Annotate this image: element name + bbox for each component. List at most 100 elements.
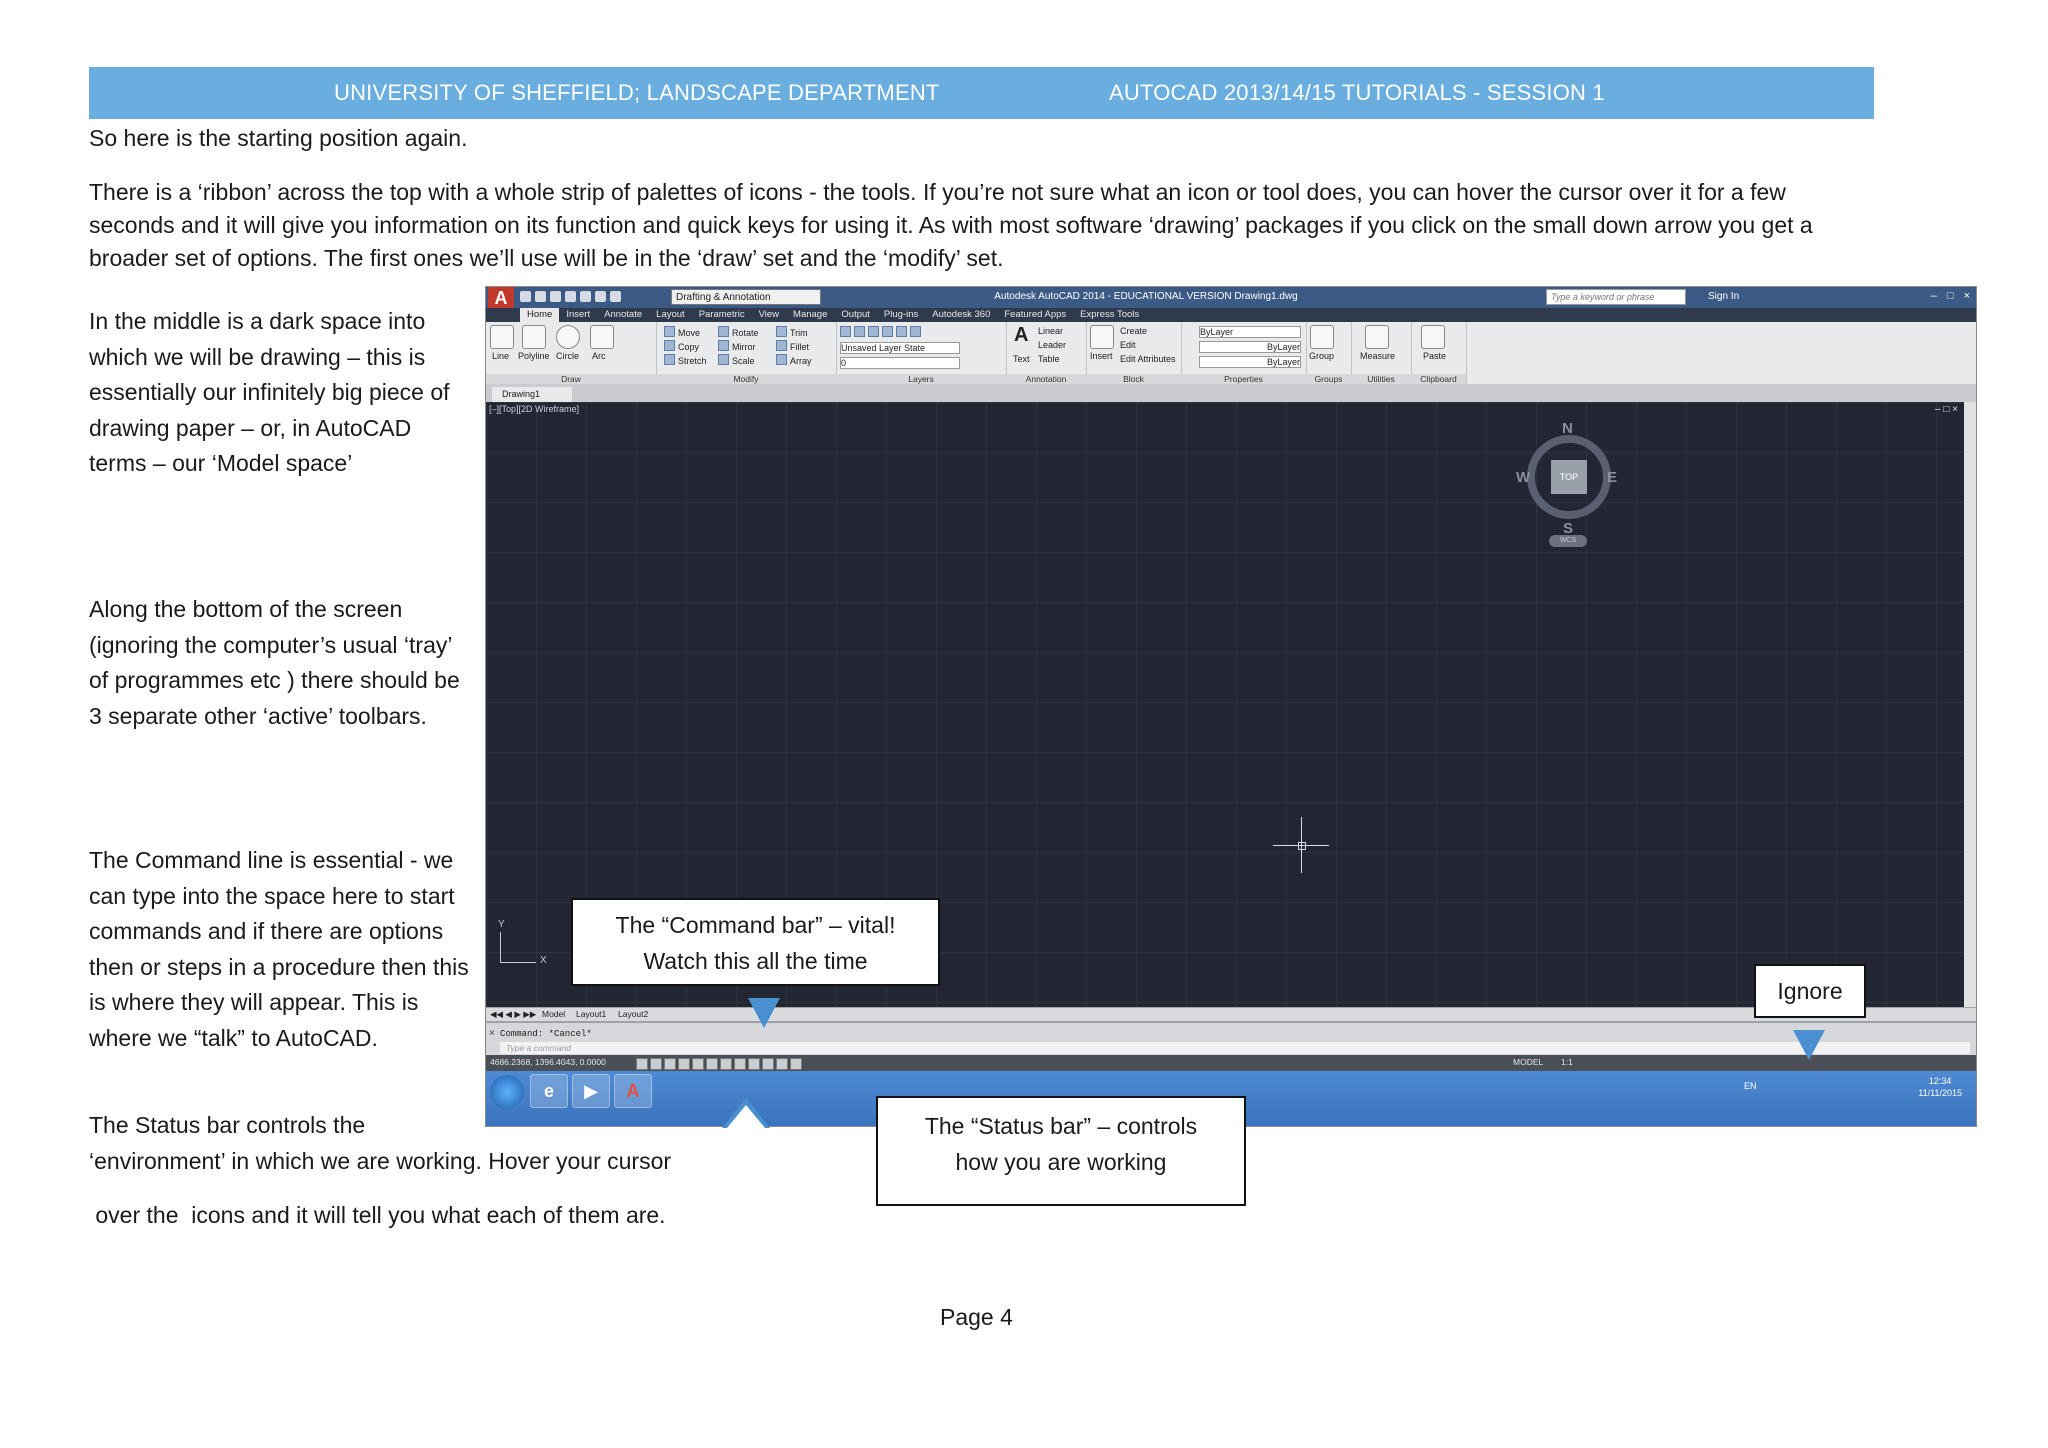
table-tool[interactable]: Table [1038, 354, 1060, 364]
media-player-icon[interactable]: ▶ [572, 1074, 610, 1108]
modify-panel-title[interactable]: Modify [656, 374, 836, 384]
transparency-icon[interactable] [776, 1058, 788, 1070]
tab-view[interactable]: View [752, 308, 786, 322]
polyline-tool[interactable]: Polyline [518, 351, 550, 361]
draw-panel-title[interactable]: Draw [486, 374, 656, 384]
autocad-taskbar-icon[interactable]: A [614, 1074, 652, 1108]
current-layer-dropdown[interactable]: 0 [840, 357, 960, 369]
start-button[interactable] [490, 1075, 524, 1109]
tab-annotate[interactable]: Annotate [597, 308, 649, 322]
paste-tool[interactable]: Paste [1423, 351, 1446, 361]
rotate-icon[interactable] [718, 326, 729, 337]
utilities-panel-title[interactable]: Utilities [1351, 374, 1411, 384]
groups-panel-title[interactable]: Groups [1306, 374, 1351, 384]
paste-icon[interactable] [1421, 325, 1445, 349]
copy-tool[interactable]: Copy [678, 342, 699, 352]
tab-parametric[interactable]: Parametric [692, 308, 752, 322]
properties-panel-title[interactable]: Properties [1181, 374, 1306, 384]
system-clock[interactable]: 12:34 11/11/2015 [1918, 1075, 1962, 1099]
model-space-toggle[interactable]: MODEL [1513, 1057, 1543, 1067]
polyline-icon[interactable] [522, 325, 546, 349]
layer-state-dropdown[interactable]: Unsaved Layer State [840, 342, 960, 354]
move-tool[interactable]: Move [678, 328, 700, 338]
line-icon[interactable] [490, 325, 514, 349]
fillet-tool[interactable]: Fillet [790, 342, 809, 352]
scale-icon[interactable] [718, 354, 729, 365]
arc-icon[interactable] [590, 325, 614, 349]
workspace-dropdown[interactable]: Drafting & Annotation [671, 289, 821, 305]
annotation-panel-title[interactable]: Annotation [1006, 374, 1086, 384]
help-search-input[interactable]: Type a keyword or phrase [1546, 289, 1686, 305]
polar-icon[interactable] [678, 1058, 690, 1070]
layout-nav-icon[interactable]: ◀◀ ◀ ▶ ▶▶ [490, 1009, 536, 1020]
line-tool[interactable]: Line [492, 351, 509, 361]
fillet-icon[interactable] [776, 340, 787, 351]
quick-access-toolbar[interactable] [520, 291, 621, 304]
stretch-icon[interactable] [664, 354, 675, 365]
annotation-scale[interactable]: 1:1 [1561, 1057, 1573, 1067]
tab-insert[interactable]: Insert [559, 308, 597, 322]
close-icon[interactable]: × [1964, 290, 1970, 302]
tab-express-tools[interactable]: Express Tools [1073, 308, 1146, 322]
measure-tool[interactable]: Measure [1360, 351, 1395, 361]
trim-tool[interactable]: Trim [790, 328, 808, 338]
array-tool[interactable]: Array [790, 356, 812, 366]
leader-tool[interactable]: Leader [1038, 340, 1066, 350]
copy-icon[interactable] [664, 340, 675, 351]
plot-icon[interactable] [580, 291, 591, 302]
insert-tool[interactable]: Insert [1090, 351, 1113, 361]
osnap-icon[interactable] [692, 1058, 704, 1070]
application-menu-button[interactable]: A [488, 287, 514, 308]
tab-featured-apps[interactable]: Featured Apps [997, 308, 1073, 322]
tab-layout2[interactable]: Layout2 [618, 1009, 648, 1019]
sign-in-link[interactable]: Sign In [1708, 291, 1739, 302]
arc-tool[interactable]: Arc [592, 351, 606, 361]
new-icon[interactable] [520, 291, 531, 302]
rotate-tool[interactable]: Rotate [732, 328, 759, 338]
linear-tool[interactable]: Linear [1038, 326, 1063, 336]
tab-layout[interactable]: Layout [649, 308, 692, 322]
drawing-file-tab[interactable]: Drawing1 [492, 387, 572, 402]
layers-panel-title[interactable]: Layers [836, 374, 1006, 384]
viewcube[interactable]: TOP N S E W WCS [1516, 417, 1619, 547]
viewcube-top-face[interactable]: TOP [1551, 460, 1587, 494]
stretch-tool[interactable]: Stretch [678, 356, 707, 366]
layer-properties-icon[interactable] [840, 326, 851, 337]
text-icon[interactable]: A [1014, 324, 1028, 347]
redo-icon[interactable] [610, 291, 621, 302]
open-icon[interactable] [535, 291, 546, 302]
viewport-window-controls[interactable]: – □ × [1935, 404, 1958, 415]
tab-layout1[interactable]: Layout1 [576, 1009, 606, 1019]
dyn-icon[interactable] [748, 1058, 760, 1070]
tab-manage[interactable]: Manage [786, 308, 834, 322]
circle-tool[interactable]: Circle [556, 351, 579, 361]
group-tool[interactable]: Group [1309, 351, 1334, 361]
edit-attributes-tool[interactable]: Edit Attributes [1120, 354, 1176, 364]
mirror-icon[interactable] [718, 340, 729, 351]
viewport-controls-label[interactable]: [–][Top][2D Wireframe] [489, 404, 579, 414]
save-icon[interactable] [550, 291, 561, 302]
command-close-icon[interactable]: × [489, 1028, 495, 1039]
block-panel-title[interactable]: Block [1086, 374, 1181, 384]
edit-block-tool[interactable]: Edit [1120, 340, 1136, 350]
tab-home[interactable]: Home [520, 308, 560, 322]
snap-icon[interactable] [636, 1058, 648, 1070]
language-indicator[interactable]: EN [1744, 1081, 1757, 1091]
color-dropdown[interactable]: ByLayer [1199, 326, 1301, 338]
maximize-icon[interactable]: □ [1947, 290, 1954, 302]
scale-tool[interactable]: Scale [732, 356, 755, 366]
insert-icon[interactable] [1090, 325, 1114, 349]
group-icon[interactable] [1310, 325, 1334, 349]
vertical-scrollbar[interactable] [1964, 402, 1976, 1007]
create-block-tool[interactable]: Create [1120, 326, 1147, 336]
ducs-icon[interactable] [734, 1058, 746, 1070]
browser-icon[interactable]: e [530, 1074, 568, 1108]
wcs-menu[interactable]: WCS [1549, 535, 1587, 547]
quick-properties-icon[interactable] [790, 1058, 802, 1070]
ortho-icon[interactable] [664, 1058, 676, 1070]
otrack-icon[interactable] [720, 1058, 732, 1070]
tab-plug-ins[interactable]: Plug-ins [877, 308, 925, 322]
command-input[interactable]: Type a command [500, 1042, 1970, 1054]
tab-autodesk-360[interactable]: Autodesk 360 [925, 308, 997, 322]
clipboard-panel-title[interactable]: Clipboard [1411, 374, 1466, 384]
